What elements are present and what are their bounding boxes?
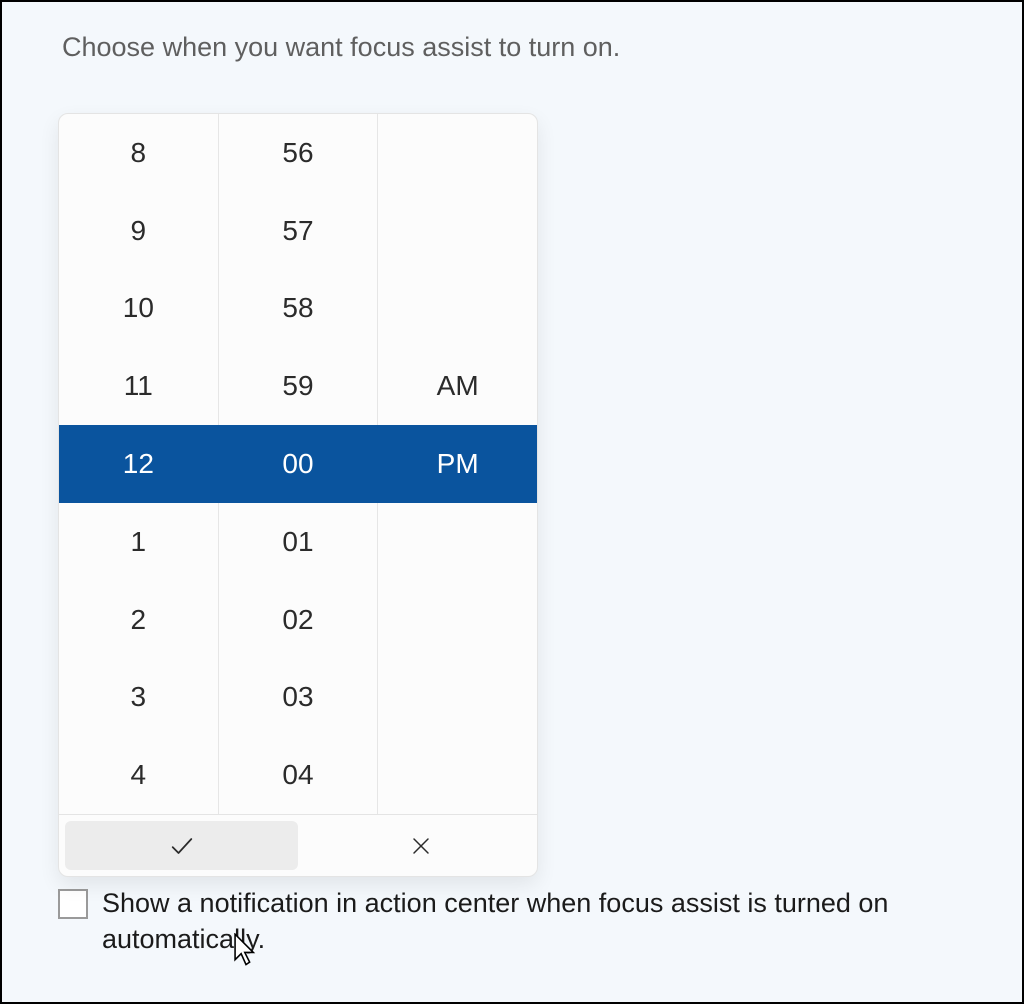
time-picker-popup: 8 9 10 11 12 1 2 3 4 56 57 58 59 00 01 0…: [58, 113, 538, 877]
period-option: [378, 503, 537, 581]
page-description: Choose when you want focus assist to tur…: [62, 32, 962, 63]
minute-option[interactable]: 58: [219, 270, 378, 348]
period-option: [378, 270, 537, 348]
time-picker: 8 9 10 11 12 1 2 3 4 56 57 58 59 00 01 0…: [58, 113, 538, 877]
hour-option[interactable]: 8: [59, 114, 218, 192]
minute-option[interactable]: 56: [219, 114, 378, 192]
hour-option[interactable]: 1: [59, 503, 218, 581]
hour-option[interactable]: 2: [59, 581, 218, 659]
notification-checkbox[interactable]: [58, 889, 88, 919]
minute-option[interactable]: 02: [219, 581, 378, 659]
dismiss-button[interactable]: [304, 815, 537, 876]
hour-option[interactable]: 3: [59, 658, 218, 736]
minute-column[interactable]: 56 57 58 59 00 01 02 03 04: [219, 114, 379, 814]
notification-checkbox-label: Show a notification in action center whe…: [102, 885, 962, 958]
minute-option[interactable]: 04: [219, 736, 378, 814]
period-option: [378, 736, 537, 814]
picker-button-bar: [59, 814, 537, 876]
period-option: [378, 658, 537, 736]
hour-option[interactable]: 9: [59, 192, 218, 270]
hour-option[interactable]: 4: [59, 736, 218, 814]
hour-column[interactable]: 8 9 10 11 12 1 2 3 4: [59, 114, 219, 814]
hour-option[interactable]: 10: [59, 270, 218, 348]
accept-button[interactable]: [65, 821, 298, 870]
minute-option[interactable]: 59: [219, 347, 378, 425]
period-option-am[interactable]: AM: [378, 347, 537, 425]
minute-option[interactable]: 57: [219, 192, 378, 270]
minute-option[interactable]: 01: [219, 503, 378, 581]
check-icon: [168, 832, 196, 860]
period-option: [378, 114, 537, 192]
minute-option-selected[interactable]: 00: [219, 425, 378, 503]
notification-checkbox-row: Show a notification in action center whe…: [58, 885, 962, 958]
period-option-pm[interactable]: PM: [378, 425, 537, 503]
hour-option-selected[interactable]: 12: [59, 425, 218, 503]
minute-option[interactable]: 03: [219, 658, 378, 736]
period-column[interactable]: AM PM: [378, 114, 537, 814]
hour-option[interactable]: 11: [59, 347, 218, 425]
period-option: [378, 192, 537, 270]
close-icon: [409, 834, 433, 858]
period-option: [378, 581, 537, 659]
